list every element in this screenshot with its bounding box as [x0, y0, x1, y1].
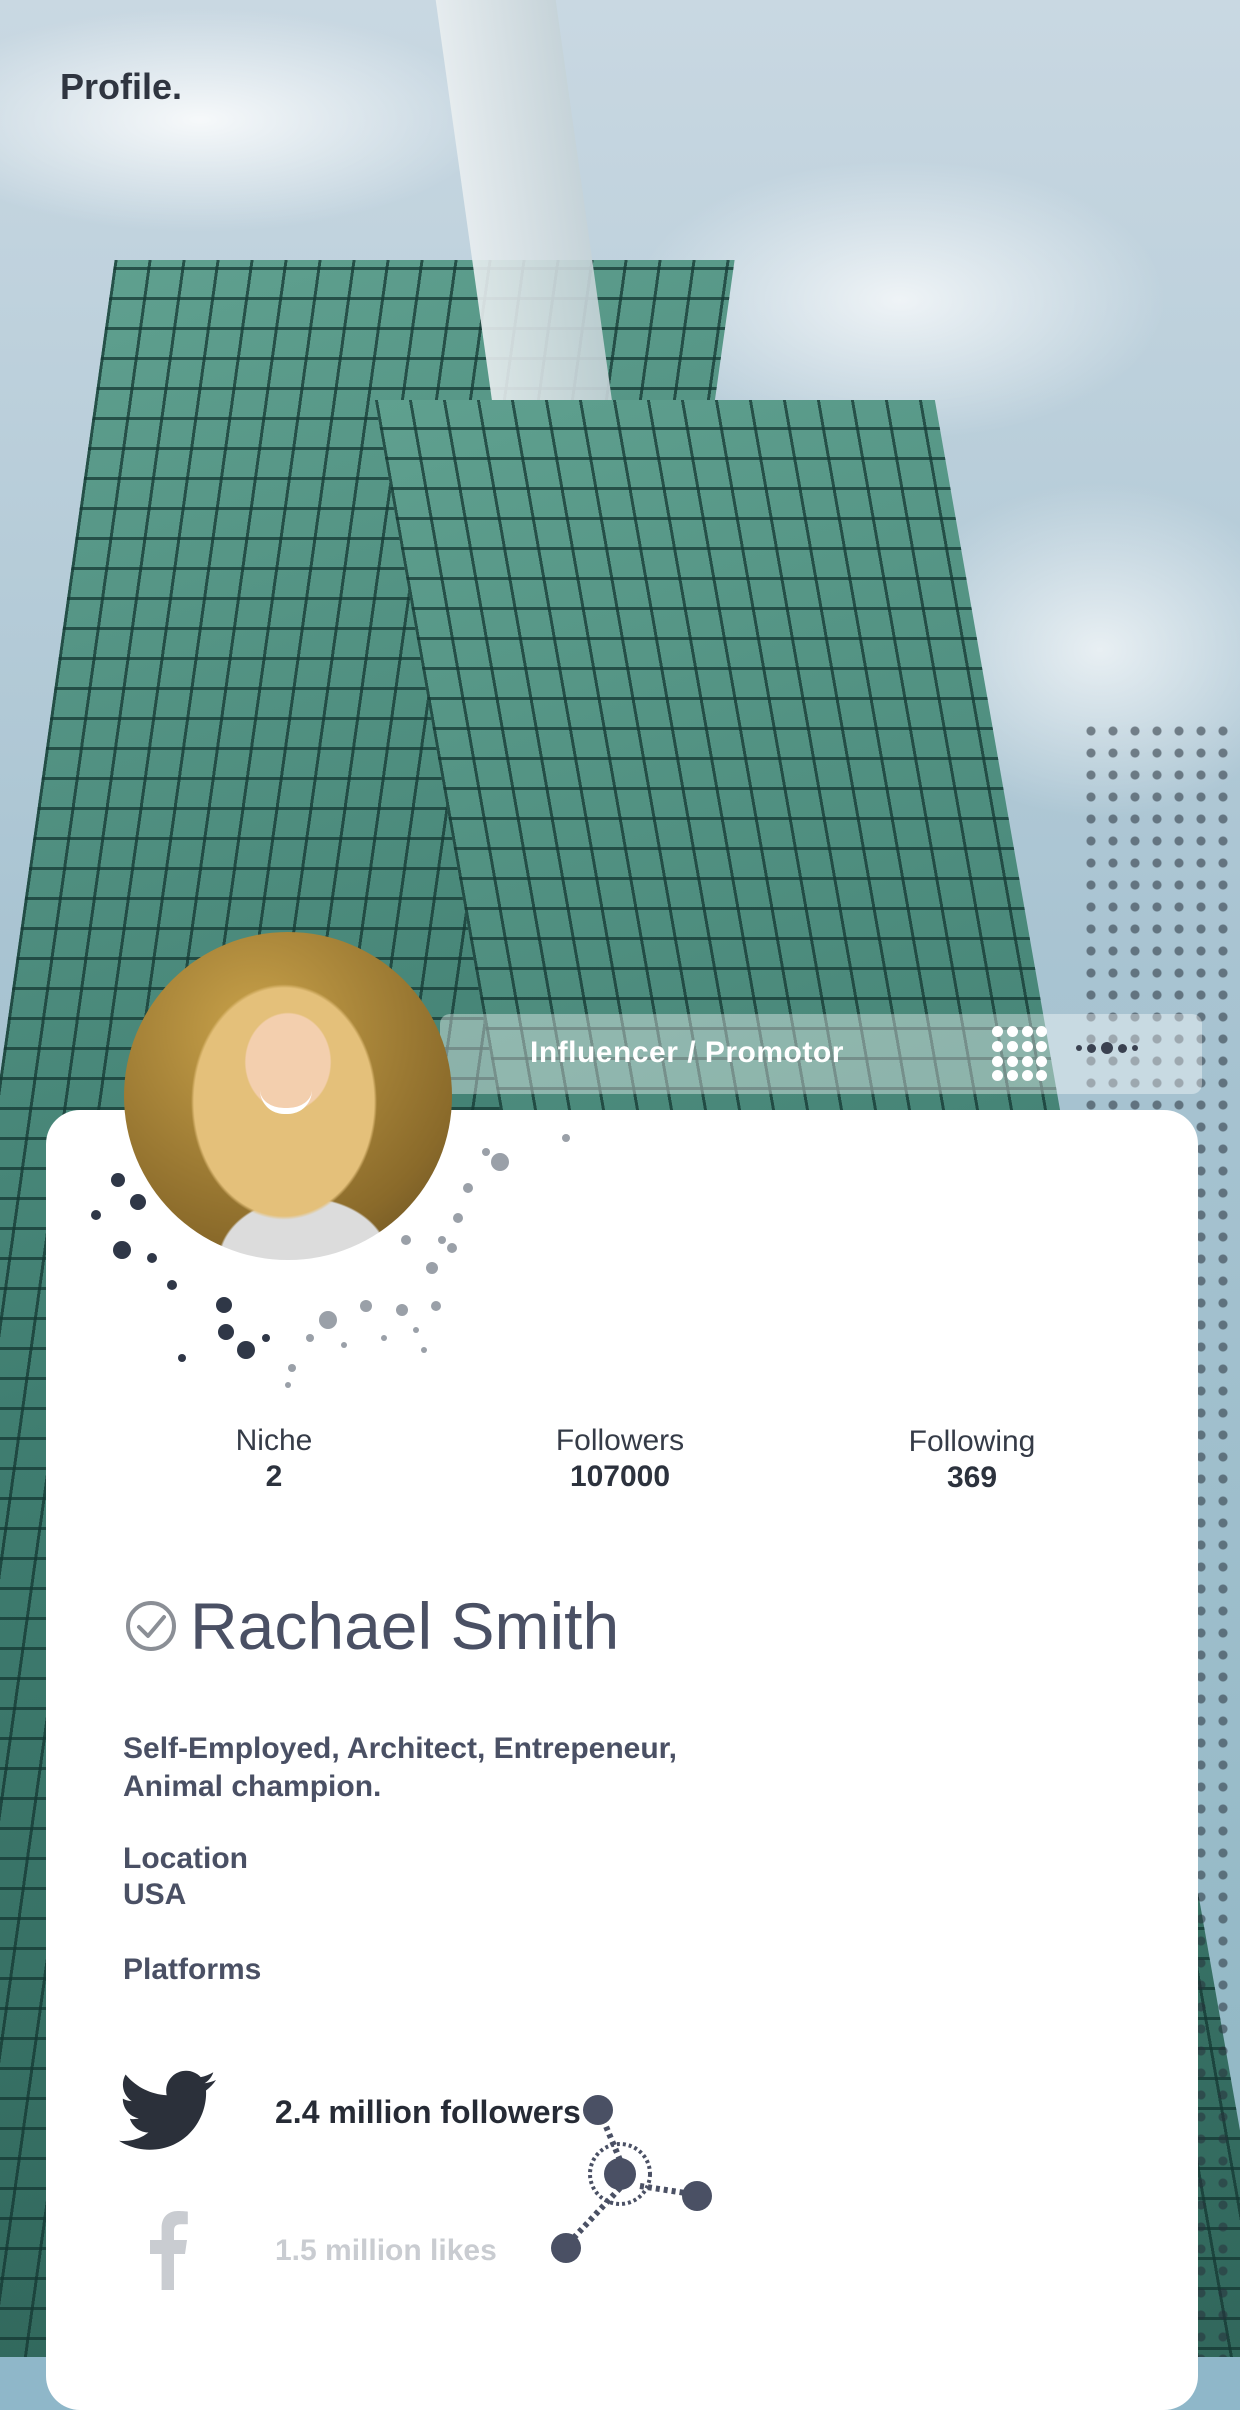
stat-label: Followers — [555, 1424, 685, 1457]
facebook-stat: 1.5 million likes — [275, 2234, 497, 2267]
more-dots-icon[interactable] — [1076, 1042, 1138, 1054]
facebook-icon[interactable] — [148, 2210, 188, 2290]
stat-following: Following 369 — [842, 1425, 1102, 1495]
stat-value: 369 — [946, 1461, 998, 1494]
grid-menu-icon[interactable] — [992, 1026, 1048, 1082]
stat-label: Following — [908, 1425, 1036, 1458]
share-network-icon[interactable] — [540, 2090, 720, 2280]
stat-niche: Niche 2 — [144, 1424, 404, 1494]
role-label: Influencer / Promotor — [530, 1036, 844, 1069]
twitter-icon[interactable] — [118, 2070, 218, 2150]
stat-followers: Followers 107000 — [490, 1424, 750, 1494]
page-title: Profile. — [60, 66, 183, 107]
platforms-label: Platforms — [123, 1953, 262, 1986]
role-bar: Influencer / Promotor — [440, 1014, 1202, 1094]
avatar[interactable] — [124, 932, 452, 1260]
avatar-smile — [260, 1090, 312, 1114]
stat-label: Niche — [235, 1424, 313, 1457]
bio-line: Animal champion. — [123, 1770, 382, 1803]
stat-value: 2 — [265, 1460, 283, 1493]
stat-value: 107000 — [569, 1460, 671, 1493]
twitter-stat: 2.4 million followers — [275, 2094, 581, 2130]
profile-bio: Self-Employed, Architect, Entrepeneur, A… — [123, 1730, 843, 1806]
location-value: USA — [123, 1878, 187, 1911]
location-label: Location — [123, 1842, 248, 1875]
check-circle-icon — [126, 1601, 176, 1651]
bio-line: Self-Employed, Architect, Entrepeneur, — [123, 1732, 678, 1765]
profile-name: Rachael Smith — [190, 1589, 620, 1663]
name-row: Rachael Smith — [124, 1588, 619, 1664]
